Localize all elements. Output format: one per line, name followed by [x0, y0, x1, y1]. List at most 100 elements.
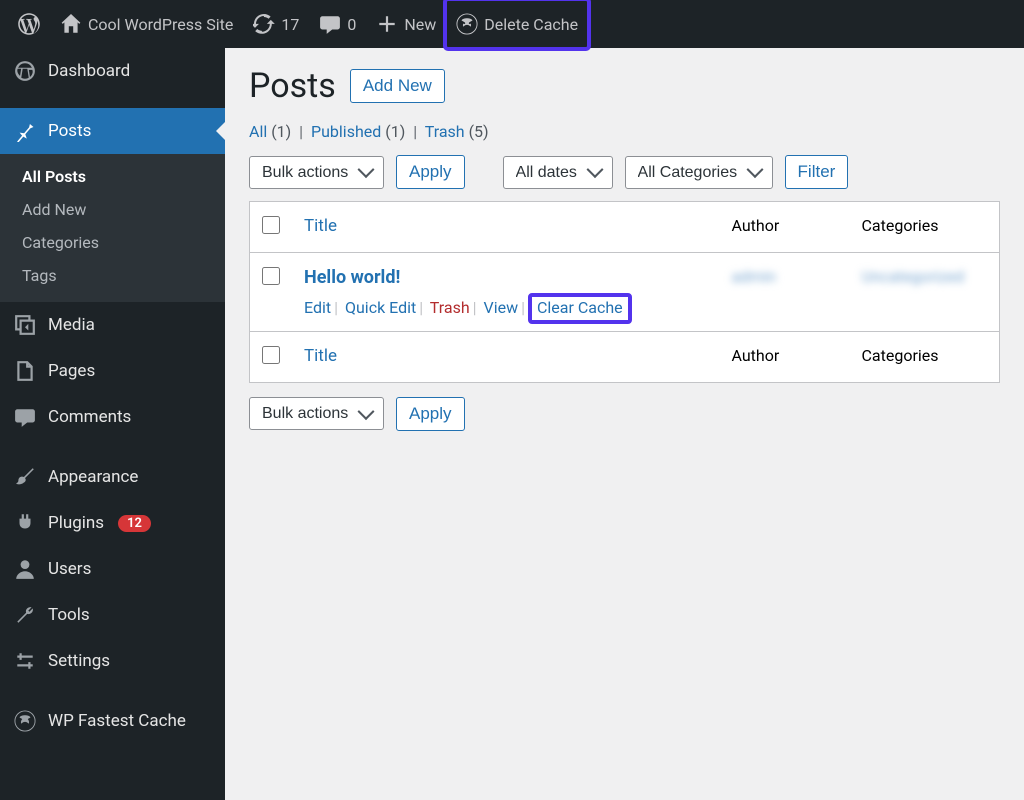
cheetah-icon — [456, 13, 478, 35]
comments-count: 0 — [347, 15, 356, 34]
view-published-count: (1) — [385, 122, 405, 141]
column-author-footer: Author — [720, 332, 850, 383]
view-published-link[interactable]: Published — [311, 122, 381, 141]
sidebar-item-label: Appearance — [48, 467, 138, 487]
menu-separator — [0, 684, 225, 698]
comment-icon — [319, 13, 341, 35]
row-action-edit[interactable]: Edit — [304, 298, 331, 317]
submenu-all-posts[interactable]: All Posts — [0, 160, 225, 193]
column-author: Author — [720, 202, 850, 253]
sidebar-item-users[interactable]: Users — [0, 546, 225, 592]
menu-separator — [0, 440, 225, 454]
apply-bulk-button[interactable]: Apply — [396, 155, 465, 189]
posts-table: Title Author Categories Hello world! Edi… — [249, 201, 1000, 383]
posts-submenu: All Posts Add New Categories Tags — [0, 154, 225, 302]
row-action-trash[interactable]: Trash — [430, 298, 470, 317]
sidebar-item-pages[interactable]: Pages — [0, 348, 225, 394]
apply-bulk-button-bottom[interactable]: Apply — [396, 397, 465, 431]
sidebar-item-posts[interactable]: Posts — [0, 108, 225, 154]
sidebar-item-settings[interactable]: Settings — [0, 638, 225, 684]
category-filter-select[interactable]: All Categories — [625, 156, 773, 189]
tablenav-bottom: Bulk actions Apply — [249, 397, 1000, 431]
delete-cache-menu[interactable]: Delete Cache — [446, 0, 588, 48]
site-name-label: Cool WordPress Site — [88, 15, 233, 34]
comment-icon — [14, 406, 36, 428]
new-label: New — [404, 15, 436, 34]
media-icon — [14, 314, 36, 336]
tablenav-top: Bulk actions Apply All dates All Categor… — [249, 155, 1000, 189]
admin-toolbar: Cool WordPress Site 17 0 New Delete Cach… — [0, 0, 1024, 48]
sidebar-item-plugins[interactable]: Plugins 12 — [0, 500, 225, 546]
new-content-menu[interactable]: New — [366, 0, 446, 48]
updates-count: 17 — [281, 15, 299, 34]
row-action-quick-edit[interactable]: Quick Edit — [345, 298, 416, 317]
page-icon — [14, 360, 36, 382]
select-all-checkbox[interactable] — [262, 216, 280, 234]
sidebar-item-media[interactable]: Media — [0, 302, 225, 348]
add-new-button[interactable]: Add New — [350, 69, 445, 103]
table-row: Hello world! Edit| Quick Edit| Trash| Vi… — [250, 253, 1000, 332]
cheetah-icon — [14, 710, 36, 732]
select-all-header — [250, 202, 293, 253]
clear-cache-highlight: Clear Cache — [528, 293, 632, 324]
table-footer-row: Title Author Categories — [250, 332, 1000, 383]
view-all-link[interactable]: All — [249, 122, 267, 141]
sidebar-item-appearance[interactable]: Appearance — [0, 454, 225, 500]
table-header-row: Title Author Categories — [250, 202, 1000, 253]
row-action-clear-cache[interactable]: Clear Cache — [537, 298, 623, 317]
sidebar-item-tools[interactable]: Tools — [0, 592, 225, 638]
plug-icon — [14, 512, 36, 534]
bulk-actions-select[interactable]: Bulk actions — [249, 156, 384, 189]
page-heading: Posts Add New — [249, 66, 1000, 106]
post-title-link[interactable]: Hello world! — [304, 267, 400, 288]
delete-cache-label: Delete Cache — [484, 15, 578, 34]
sidebar-item-label: Comments — [48, 407, 131, 427]
column-title[interactable]: Title — [292, 202, 720, 253]
categories-cell-blurred: Uncategorized — [862, 267, 965, 286]
author-cell-blurred: admin — [732, 267, 776, 286]
view-all-count: (1) — [271, 122, 291, 141]
view-trash-count: (5) — [469, 122, 489, 141]
content-area: Posts Add New All (1) | Published (1) | … — [225, 48, 1024, 800]
row-checkbox[interactable] — [262, 267, 280, 285]
sidebar-item-wp-fastest-cache[interactable]: WP Fastest Cache — [0, 698, 225, 744]
wrench-icon — [14, 604, 36, 626]
sliders-icon — [14, 650, 36, 672]
comments-menu[interactable]: 0 — [309, 0, 366, 48]
sidebar-item-label: Settings — [48, 651, 110, 671]
menu-separator — [0, 94, 225, 108]
submenu-add-new[interactable]: Add New — [0, 193, 225, 226]
sidebar-item-label: Media — [48, 315, 95, 335]
date-filter-select[interactable]: All dates — [503, 156, 613, 189]
updates-menu[interactable]: 17 — [243, 0, 309, 48]
wp-logo-menu[interactable] — [8, 0, 50, 48]
sidebar-item-label: Pages — [48, 361, 95, 381]
update-icon — [253, 13, 275, 35]
submenu-tags[interactable]: Tags — [0, 259, 225, 292]
submenu-categories[interactable]: Categories — [0, 226, 225, 259]
column-title-footer[interactable]: Title — [292, 332, 720, 383]
plugins-update-badge: 12 — [118, 515, 151, 532]
row-actions: Edit| Quick Edit| Trash| View| Clear Cac… — [304, 298, 708, 317]
row-action-view[interactable]: View — [484, 298, 519, 317]
view-trash-link[interactable]: Trash — [425, 122, 465, 141]
sidebar-item-label: Dashboard — [48, 61, 130, 81]
filter-button[interactable]: Filter — [785, 155, 849, 189]
dashboard-icon — [14, 60, 36, 82]
sidebar-item-comments[interactable]: Comments — [0, 394, 225, 440]
sidebar-item-dashboard[interactable]: Dashboard — [0, 48, 225, 94]
select-all-checkbox-footer[interactable] — [262, 346, 280, 364]
post-status-views: All (1) | Published (1) | Trash (5) — [249, 122, 1000, 141]
plus-icon — [376, 13, 398, 35]
sidebar-item-label: Users — [48, 559, 91, 579]
column-categories: Categories — [850, 202, 1000, 253]
admin-sidebar: Dashboard Posts All Posts Add New Catego… — [0, 48, 225, 800]
pin-icon — [14, 120, 36, 142]
page-title: Posts — [249, 66, 336, 106]
brush-icon — [14, 466, 36, 488]
bulk-actions-select-bottom[interactable]: Bulk actions — [249, 397, 384, 430]
site-name-menu[interactable]: Cool WordPress Site — [50, 0, 243, 48]
sidebar-item-label: Posts — [48, 121, 91, 141]
home-icon — [60, 13, 82, 35]
sidebar-item-label: Plugins — [48, 513, 104, 533]
